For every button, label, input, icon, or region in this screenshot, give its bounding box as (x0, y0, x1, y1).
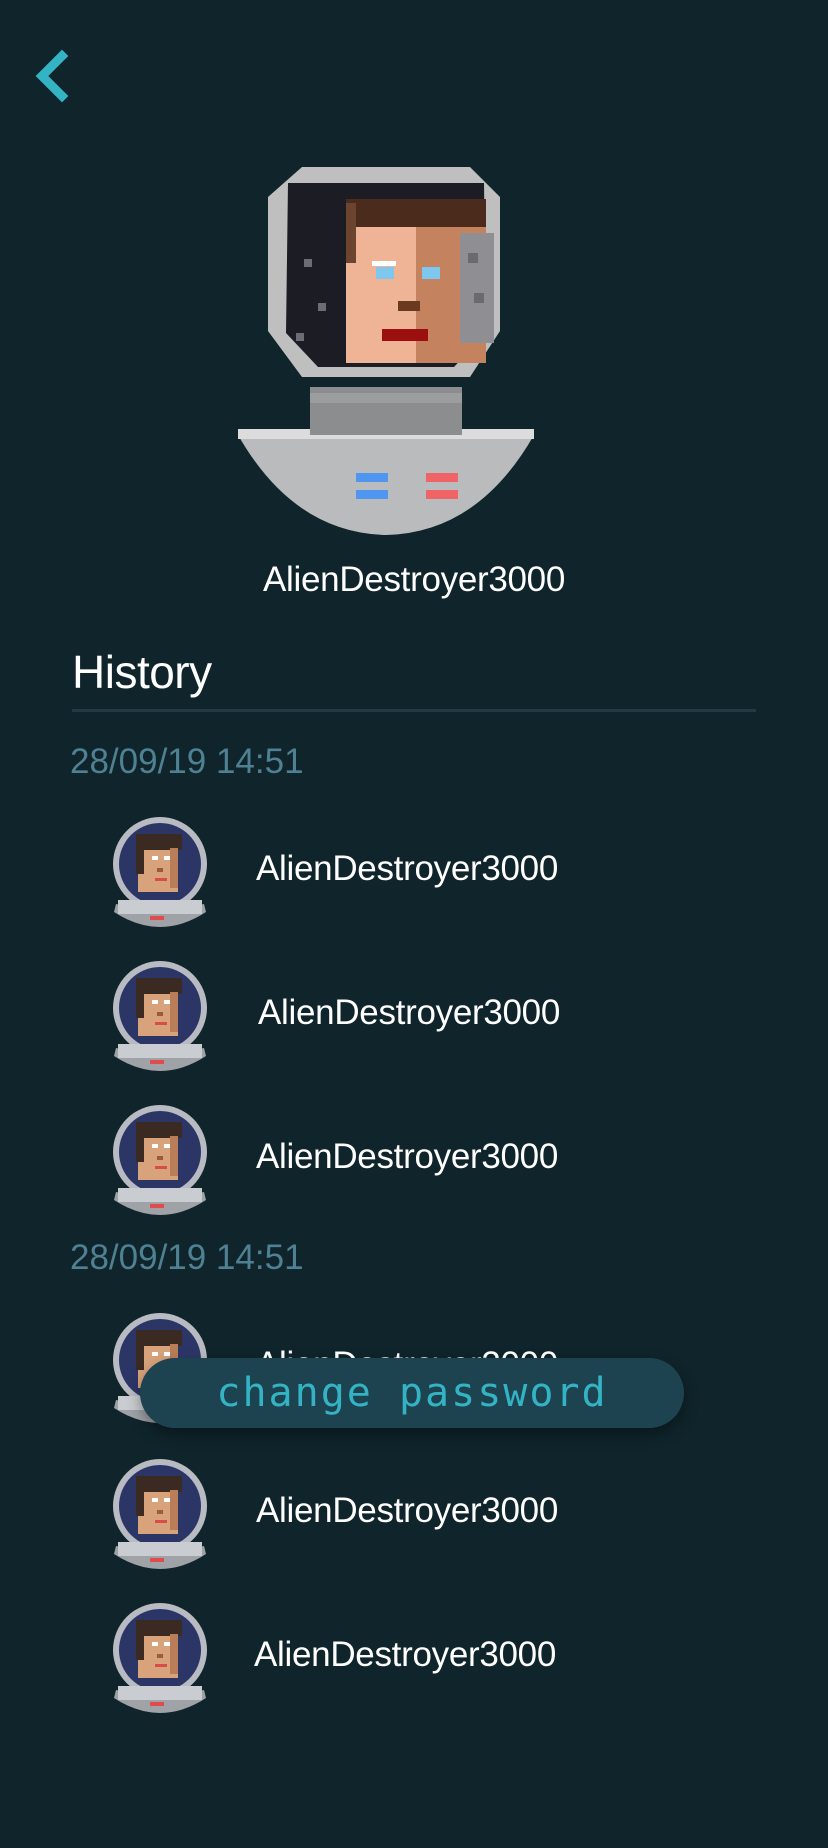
history-divider (72, 709, 756, 712)
astronaut-avatar-icon (238, 167, 534, 535)
profile-avatar (238, 163, 590, 535)
change-password-label: change password (216, 1370, 608, 1416)
history-entry-name: AlienDestroyer3000 (256, 849, 558, 888)
astronaut-avatar-icon (110, 1600, 210, 1716)
astronaut-avatar-icon (110, 814, 210, 930)
history-entry[interactable]: AlienDestroyer3000 (110, 814, 670, 930)
back-button[interactable] (28, 46, 76, 106)
history-entry-name: AlienDestroyer3000 (254, 1635, 556, 1674)
history-entry[interactable]: AlienDestroyer3000 (110, 1102, 670, 1218)
astronaut-avatar-icon (110, 958, 210, 1074)
profile-username: AlienDestroyer3000 (263, 560, 565, 599)
astronaut-avatar-icon (110, 1102, 210, 1218)
history-entry[interactable]: AlienDestroyer3000 (110, 958, 670, 1074)
history-title: History (72, 646, 212, 698)
history-entry-name: AlienDestroyer3000 (256, 1491, 558, 1530)
history-entry-name: AlienDestroyer3000 (256, 1137, 558, 1176)
chevron-left-icon (35, 49, 69, 103)
history-entry[interactable]: AlienDestroyer3000 (110, 1456, 670, 1572)
history-entry[interactable]: AlienDestroyer3000 (110, 1600, 670, 1716)
astronaut-avatar-icon (110, 1456, 210, 1572)
history-entry-name: AlienDestroyer3000 (258, 993, 560, 1032)
history-date: 28/09/19 14:51 (70, 1238, 304, 1277)
history-date: 28/09/19 14:51 (70, 742, 304, 781)
change-password-button[interactable]: change password (140, 1358, 684, 1428)
